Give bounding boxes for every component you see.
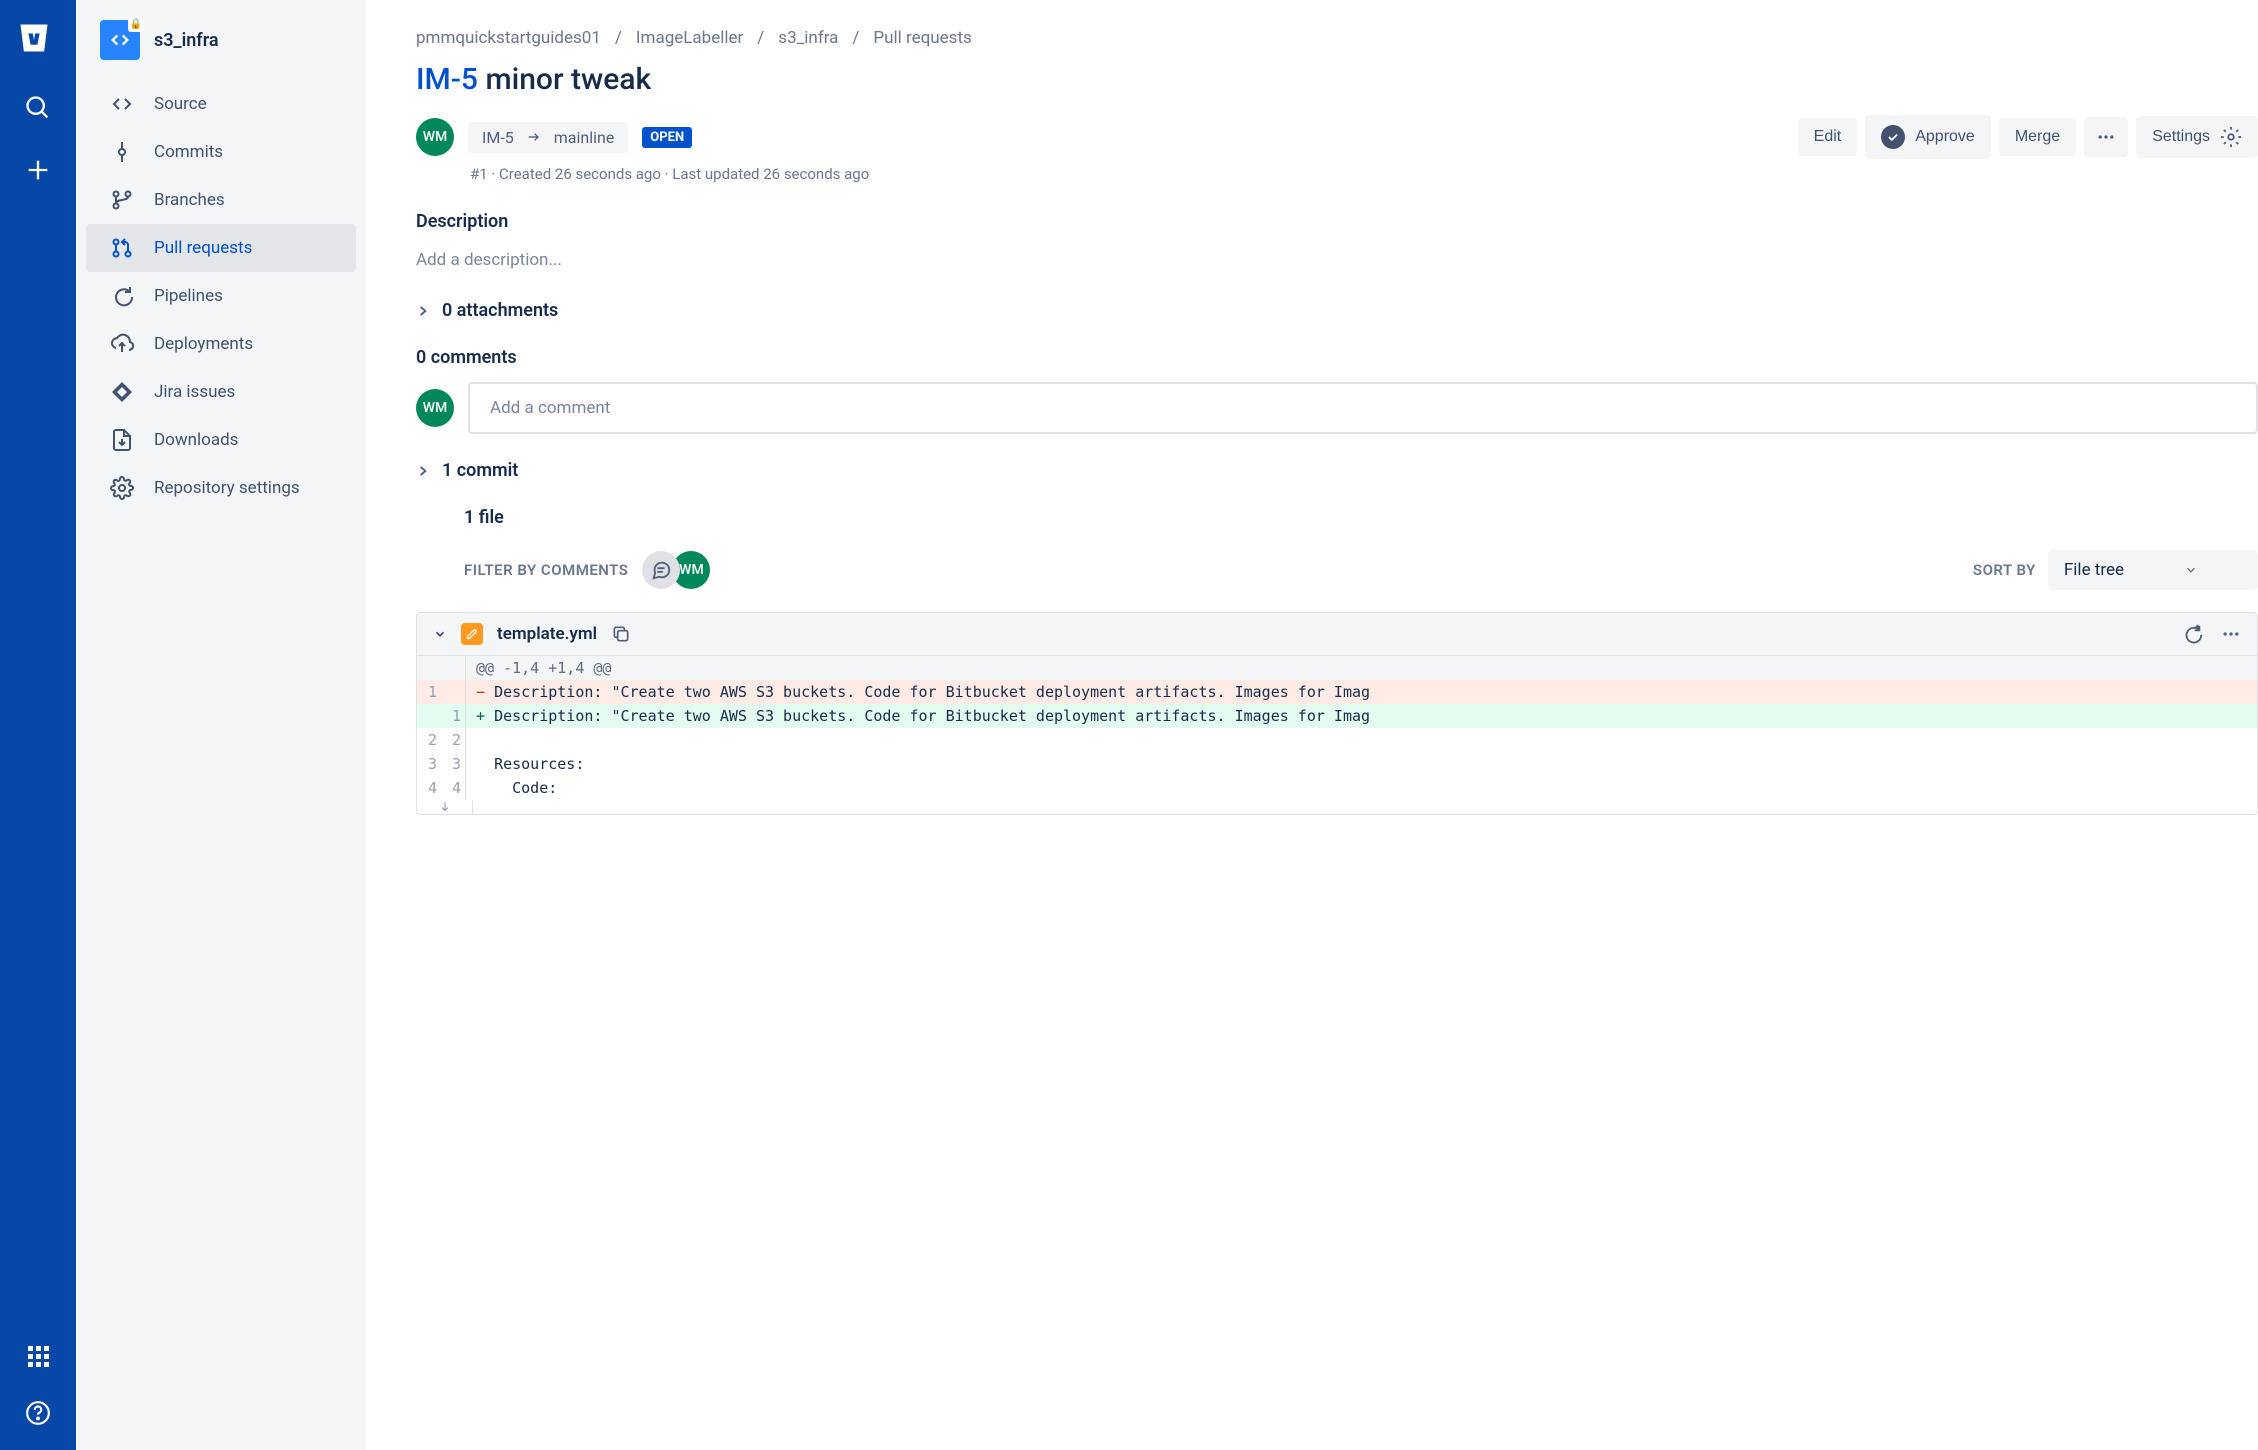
global-nav-rail xyxy=(0,0,76,1450)
breadcrumb-item[interactable]: pmmquickstartguides01 xyxy=(416,28,601,48)
apps-icon[interactable] xyxy=(26,1344,50,1372)
help-icon[interactable] xyxy=(25,1400,51,1430)
breadcrumb-separator: / xyxy=(852,28,859,48)
target-branch[interactable]: mainline xyxy=(554,128,615,147)
settings-button[interactable]: Settings xyxy=(2136,116,2258,158)
merge-button[interactable]: Merge xyxy=(1999,118,2076,156)
sidebar-item-source[interactable]: Source xyxy=(86,80,356,128)
filter-label: FILTER BY COMMENTS xyxy=(464,561,628,579)
sidebar-item-label: Pull requests xyxy=(154,238,252,258)
sidebar-item-pipelines[interactable]: Pipelines xyxy=(86,272,356,320)
check-icon xyxy=(1881,125,1905,149)
sidebar-item-label: Commits xyxy=(154,142,223,162)
attachments-heading: 0 attachments xyxy=(442,300,558,321)
diff-line[interactable]: 1Description: "Create two AWS S3 buckets… xyxy=(417,704,2257,728)
sidebar-item-label: Source xyxy=(154,94,207,114)
sidebar-item-label: Deployments xyxy=(154,334,253,354)
description-heading: Description xyxy=(416,211,2258,232)
sidebar-item-jira-issues[interactable]: Jira issues xyxy=(86,368,356,416)
status-badge: OPEN xyxy=(642,127,692,148)
sidebar-item-repo-settings[interactable]: Repository settings xyxy=(86,464,356,512)
diff-body: @@ -1,4 +1,4 @@1Description: "Create two… xyxy=(417,656,2257,814)
lock-icon: 🔒 xyxy=(128,16,144,32)
comments-heading: 0 comments xyxy=(416,347,2258,368)
arrow-right-icon xyxy=(526,129,542,145)
diff-filename[interactable]: template.yml xyxy=(497,624,597,644)
comment-input[interactable]: Add a comment xyxy=(468,382,2258,434)
files-heading: 1 file xyxy=(464,507,2258,528)
repo-name: s3_infra xyxy=(154,30,219,51)
sidebar-item-commits[interactable]: Commits xyxy=(86,128,356,176)
user-avatar: WM xyxy=(416,389,454,427)
diff-line[interactable]: 22 xyxy=(417,728,2257,752)
source-branch[interactable]: IM-5 xyxy=(482,128,514,147)
filter-comments-button[interactable] xyxy=(642,551,680,589)
dots-icon xyxy=(2096,127,2116,147)
sidebar-item-deployments[interactable]: Deployments xyxy=(86,320,356,368)
diff-line[interactable]: 44 Code: xyxy=(417,776,2257,800)
comment-icon xyxy=(650,559,672,581)
sidebar-item-label: Pipelines xyxy=(154,286,223,306)
sort-select[interactable]: File tree xyxy=(2048,550,2258,590)
repo-header[interactable]: 🔒 s3_infra xyxy=(76,20,366,80)
repo-avatar-icon: 🔒 xyxy=(100,20,140,60)
sidebar-item-label: Downloads xyxy=(154,430,238,450)
create-icon[interactable] xyxy=(24,156,52,188)
sort-label: SORT BY xyxy=(1973,561,2036,579)
breadcrumb-separator: / xyxy=(615,28,622,48)
sidebar-item-downloads[interactable]: Downloads xyxy=(86,416,356,464)
breadcrumb-item[interactable]: s3_infra xyxy=(778,28,838,48)
dots-icon[interactable] xyxy=(2221,624,2241,644)
file-modified-icon xyxy=(461,623,483,645)
pr-metadata: #1 · Created 26 seconds ago · Last updat… xyxy=(470,165,2258,183)
add-comment-icon[interactable] xyxy=(2181,623,2203,645)
sidebar-item-label: Branches xyxy=(154,190,225,210)
expand-diff-button[interactable] xyxy=(417,800,2257,814)
pr-issue-link[interactable]: IM-5 xyxy=(416,62,478,97)
pr-title-text: minor tweak xyxy=(478,62,651,97)
commits-heading: 1 commit xyxy=(442,460,518,481)
repo-sidebar: 🔒 s3_infra Source Commits Branches Pull … xyxy=(76,0,366,1450)
breadcrumb-separator: / xyxy=(757,28,764,48)
commits-toggle[interactable]: 1 commit xyxy=(416,460,2258,481)
diff-line[interactable]: 1Description: "Create two AWS S3 buckets… xyxy=(417,680,2257,704)
approve-button[interactable]: Approve xyxy=(1865,115,1991,159)
branch-indicator: IM-5 mainline xyxy=(468,122,628,153)
main-content: pmmquickstartguides01 / ImageLabeller / … xyxy=(366,0,2258,1450)
copy-icon[interactable] xyxy=(611,624,631,644)
pr-title: IM-5 minor tweak xyxy=(416,62,2258,97)
sidebar-item-label: Jira issues xyxy=(154,382,235,402)
diff-line[interactable]: 33Resources: xyxy=(417,752,2257,776)
chevron-right-icon xyxy=(416,304,430,318)
gear-icon xyxy=(2220,126,2242,148)
sidebar-item-label: Repository settings xyxy=(154,478,300,498)
sidebar-item-pull-requests[interactable]: Pull requests xyxy=(86,224,356,272)
product-logo-icon[interactable] xyxy=(16,20,60,64)
breadcrumb: pmmquickstartguides01 / ImageLabeller / … xyxy=(416,28,2258,48)
breadcrumb-item[interactable]: ImageLabeller xyxy=(636,28,743,48)
chevron-down-icon xyxy=(2184,563,2198,577)
attachments-toggle[interactable]: 0 attachments xyxy=(416,300,2258,321)
breadcrumb-item[interactable]: Pull requests xyxy=(873,28,971,48)
sidebar-item-branches[interactable]: Branches xyxy=(86,176,356,224)
description-input[interactable]: Add a description... xyxy=(416,246,2258,274)
chevron-right-icon xyxy=(416,464,430,478)
edit-button[interactable]: Edit xyxy=(1798,118,1858,156)
diff-line[interactable]: @@ -1,4 +1,4 @@ xyxy=(417,656,2257,680)
more-actions-button[interactable] xyxy=(2084,117,2128,157)
author-avatar[interactable]: WM xyxy=(416,118,454,156)
diff-panel: template.yml @@ -1,4 +1,4 @@1Description… xyxy=(416,612,2258,815)
chevron-down-icon[interactable] xyxy=(433,627,447,641)
search-icon[interactable] xyxy=(24,94,52,126)
